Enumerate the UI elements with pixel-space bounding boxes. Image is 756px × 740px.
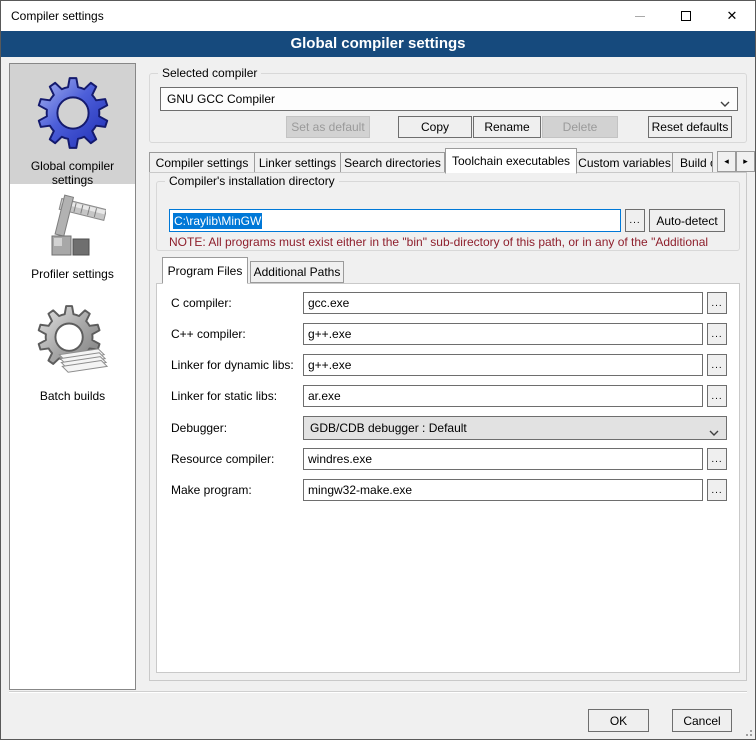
ok-button[interactable]: OK — [588, 709, 649, 732]
installation-note: NOTE: All programs must exist either in … — [169, 235, 736, 249]
installation-directory-group: Compiler's installation directory C:\ray… — [156, 181, 740, 251]
sidebar-item-batch-builds[interactable]: Batch builds — [10, 294, 135, 412]
debugger-label: Debugger: — [171, 421, 227, 435]
resource-compiler-label: Resource compiler: — [171, 452, 274, 466]
cpp-compiler-browse-button[interactable]: ... — [707, 323, 727, 345]
make-program-browse-button[interactable]: ... — [707, 479, 727, 501]
sidebar-item-label: Global compiler settings — [10, 157, 135, 195]
selected-compiler-group: Selected compiler GNU GCC Compiler Set a… — [149, 73, 747, 143]
arrow-left-icon: ◂ — [724, 156, 729, 167]
tab-search-directories[interactable]: Search directories — [341, 152, 445, 173]
tab-linker-settings[interactable]: Linker settings — [255, 152, 341, 173]
delete-button[interactable]: Delete — [542, 116, 618, 138]
tab-compiler-settings[interactable]: Compiler settings — [149, 152, 255, 173]
settings-category-list: Global compiler settings — [9, 63, 136, 690]
close-button[interactable]: ✕ — [709, 1, 755, 31]
debugger-select[interactable]: GDB/CDB debugger : Default — [303, 416, 727, 440]
linker-static-input[interactable] — [303, 385, 703, 407]
minimize-button[interactable] — [617, 1, 663, 31]
caliper-icon — [40, 194, 106, 265]
auto-detect-button[interactable]: Auto-detect — [649, 209, 725, 232]
set-as-default-button[interactable]: Set as default — [286, 116, 370, 138]
subtab-additional-paths[interactable]: Additional Paths — [250, 261, 344, 283]
make-program-input[interactable] — [303, 479, 703, 501]
resource-compiler-input[interactable] — [303, 448, 703, 470]
compiler-settings-dialog: Compiler settings ✕ Global compiler sett… — [0, 0, 756, 740]
linker-static-browse-button[interactable]: ... — [707, 385, 727, 407]
selected-compiler-group-title: Selected compiler — [158, 66, 261, 80]
title-bar[interactable]: Compiler settings ✕ — [1, 1, 755, 31]
minimize-icon — [635, 16, 645, 17]
reset-defaults-button[interactable]: Reset defaults — [648, 116, 732, 138]
c-compiler-label: C compiler: — [171, 296, 232, 310]
linker-dynamic-browse-button[interactable]: ... — [707, 354, 727, 376]
installation-directory-input[interactable]: C:\raylib\MinGW — [169, 209, 621, 232]
maximize-icon — [681, 11, 691, 21]
installation-directory-group-title: Compiler's installation directory — [165, 174, 339, 188]
cpp-compiler-input[interactable] — [303, 323, 703, 345]
resource-compiler-browse-button[interactable]: ... — [707, 448, 727, 470]
make-program-label: Make program: — [171, 483, 252, 497]
blue-gear-icon — [34, 74, 112, 157]
installation-directory-value: C:\raylib\MinGW — [173, 213, 262, 229]
c-compiler-browse-button[interactable]: ... — [707, 292, 727, 314]
tab-custom-variables[interactable]: Custom variables — [577, 152, 673, 173]
linker-dynamic-input[interactable] — [303, 354, 703, 376]
tab-toolchain-executables[interactable]: Toolchain executables — [445, 148, 577, 174]
arrow-right-icon: ▸ — [743, 156, 748, 167]
maximize-button[interactable] — [663, 1, 709, 31]
sidebar-item-global-compiler-settings[interactable]: Global compiler settings — [10, 64, 135, 184]
subtab-program-files[interactable]: Program Files — [162, 257, 248, 284]
tab-build-options[interactable]: Build options — [673, 152, 713, 173]
chevron-down-icon — [709, 425, 719, 439]
cancel-button[interactable]: Cancel — [672, 709, 732, 732]
tab-scroll-left-button[interactable]: ◂ — [717, 151, 736, 172]
resize-grip[interactable] — [742, 726, 752, 736]
chevron-down-icon — [720, 96, 730, 110]
compiler-select[interactable]: GNU GCC Compiler — [160, 87, 738, 111]
rename-button[interactable]: Rename — [473, 116, 541, 138]
sidebar-item-label: Profiler settings — [27, 265, 118, 289]
sidebar-item-label: Batch builds — [36, 387, 109, 411]
window-title: Compiler settings — [1, 9, 617, 23]
linker-static-label: Linker for static libs: — [171, 389, 277, 403]
close-icon: ✕ — [727, 8, 738, 24]
sidebar-item-profiler-settings[interactable]: Profiler settings — [10, 184, 135, 294]
debugger-select-value: GDB/CDB debugger : Default — [310, 421, 467, 435]
tab-scroll-right-button[interactable]: ▸ — [736, 151, 755, 172]
footer-divider — [9, 691, 747, 693]
c-compiler-input[interactable] — [303, 292, 703, 314]
settings-tab-bar: Compiler settings Linker settings Search… — [149, 147, 713, 173]
cpp-compiler-label: C++ compiler: — [171, 327, 246, 341]
compiler-select-value: GNU GCC Compiler — [167, 92, 275, 106]
gray-gear-stack-icon — [34, 304, 112, 387]
copy-button[interactable]: Copy — [398, 116, 472, 138]
installation-directory-browse-button[interactable]: ... — [625, 209, 645, 232]
toolchain-executables-panel: Compiler's installation directory C:\ray… — [149, 172, 747, 681]
linker-dynamic-label: Linker for dynamic libs: — [171, 358, 294, 372]
program-files-page: C compiler: ... C++ compiler: ... Linker… — [156, 283, 740, 673]
page-title: Global compiler settings — [1, 31, 755, 57]
